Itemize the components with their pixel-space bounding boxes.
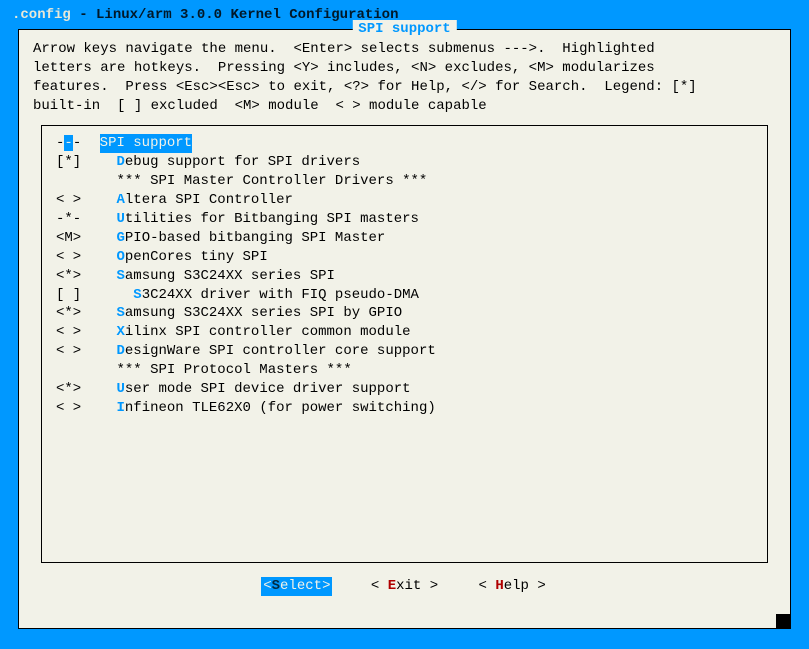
hotkey-letter: D: [116, 154, 124, 170]
hotkey-letter: S: [116, 305, 124, 321]
config-filename: .config: [12, 7, 71, 23]
help-line: features. Press <Esc><Esc> to exit, <?> …: [33, 79, 697, 95]
option-marker: < >: [56, 323, 100, 342]
menu-item[interactable]: < > DesignWare SPI controller core suppo…: [56, 342, 753, 361]
select-button[interactable]: <Select>: [261, 577, 332, 596]
hotkey-letter: U: [116, 211, 124, 227]
option-marker: < >: [56, 191, 100, 210]
menu-list: --- SPI support[*] Debug support for SPI…: [41, 125, 768, 563]
hotkey-letter: S: [272, 578, 280, 594]
menu-item[interactable]: < > OpenCores tiny SPI: [56, 248, 753, 267]
option-marker: [56, 361, 100, 380]
help-line: Arrow keys navigate the menu. <Enter> se…: [33, 41, 655, 57]
option-marker: [*]: [56, 153, 100, 172]
menu-item[interactable]: [ ] S3C24XX driver with FIQ pseudo-DMA: [56, 286, 753, 305]
hotkey-letter: U: [116, 381, 124, 397]
hotkey-letter: I: [116, 400, 124, 416]
menu-item[interactable]: --- SPI support: [56, 134, 753, 153]
menu-item[interactable]: <M> GPIO-based bitbanging SPI Master: [56, 229, 753, 248]
menu-item-label: Infineon TLE62X0 (for power switching): [100, 399, 436, 418]
option-marker: <*>: [56, 304, 100, 323]
menu-item[interactable]: <*> User mode SPI device driver support: [56, 380, 753, 399]
option-marker: <*>: [56, 267, 100, 286]
menu-item-label: GPIO-based bitbanging SPI Master: [100, 229, 386, 248]
option-marker: <M>: [56, 229, 100, 248]
menu-item-label: S3C24XX driver with FIQ pseudo-DMA: [100, 286, 419, 305]
option-marker: <*>: [56, 380, 100, 399]
menu-item-label: SPI support: [100, 134, 192, 153]
menu-item-label: *** SPI Master Controller Drivers ***: [100, 172, 428, 191]
menu-item-label: User mode SPI device driver support: [100, 380, 411, 399]
menu-item[interactable]: < > Xilinx SPI controller common module: [56, 323, 753, 342]
menu-item[interactable]: <*> Samsung S3C24XX series SPI: [56, 267, 753, 286]
menu-item[interactable]: *** SPI Master Controller Drivers ***: [56, 172, 753, 191]
hotkey-letter: D: [116, 343, 124, 359]
button-bar: <Select> < Exit > < Help >: [19, 571, 790, 606]
menu-item-label: Utilities for Bitbanging SPI masters: [100, 210, 419, 229]
exit-button[interactable]: < Exit >: [369, 577, 440, 596]
menu-item-label: Samsung S3C24XX series SPI by GPIO: [100, 304, 402, 323]
hotkey-letter: H: [495, 578, 503, 594]
help-line: built-in [ ] excluded <M> module < > mod…: [33, 98, 487, 114]
option-marker: < >: [56, 342, 100, 361]
title-sep: -: [71, 7, 96, 23]
option-marker: ---: [56, 134, 100, 153]
dialog-box: SPI support Arrow keys navigate the menu…: [18, 29, 791, 629]
option-marker: -*-: [56, 210, 100, 229]
menu-item-label: DesignWare SPI controller core support: [100, 342, 436, 361]
menu-item-label: *** SPI Protocol Masters ***: [100, 361, 352, 380]
option-marker: < >: [56, 399, 100, 418]
menu-item-label: Altera SPI Controller: [100, 191, 293, 210]
menu-item[interactable]: < > Altera SPI Controller: [56, 191, 753, 210]
hotkey-letter: A: [116, 192, 124, 208]
help-button[interactable]: < Help >: [477, 577, 548, 596]
menu-item-label: Debug support for SPI drivers: [100, 153, 360, 172]
option-marker: < >: [56, 248, 100, 267]
menu-item[interactable]: *** SPI Protocol Masters ***: [56, 361, 753, 380]
option-marker: [ ]: [56, 286, 100, 305]
menu-item[interactable]: <*> Samsung S3C24XX series SPI by GPIO: [56, 304, 753, 323]
hotkey-letter: S: [133, 287, 141, 303]
help-text: Arrow keys navigate the menu. <Enter> se…: [19, 30, 790, 122]
menu-item-label: Xilinx SPI controller common module: [100, 323, 411, 342]
menu-item[interactable]: < > Infineon TLE62X0 (for power switchin…: [56, 399, 753, 418]
hotkey-letter: E: [388, 578, 396, 594]
hotkey-letter: O: [116, 249, 124, 265]
option-marker: [56, 172, 100, 191]
menu-item[interactable]: -*- Utilities for Bitbanging SPI masters: [56, 210, 753, 229]
hotkey-letter: S: [116, 268, 124, 284]
menu-item-label: OpenCores tiny SPI: [100, 248, 268, 267]
menu-item-label: Samsung S3C24XX series SPI: [100, 267, 335, 286]
hotkey-letter: X: [116, 324, 124, 340]
help-line: letters are hotkeys. Pressing <Y> includ…: [33, 60, 655, 76]
section-title: SPI support: [352, 20, 456, 39]
hotkey-letter: G: [116, 230, 124, 246]
resize-corner-icon: [776, 614, 790, 628]
menu-item[interactable]: [*] Debug support for SPI drivers: [56, 153, 753, 172]
